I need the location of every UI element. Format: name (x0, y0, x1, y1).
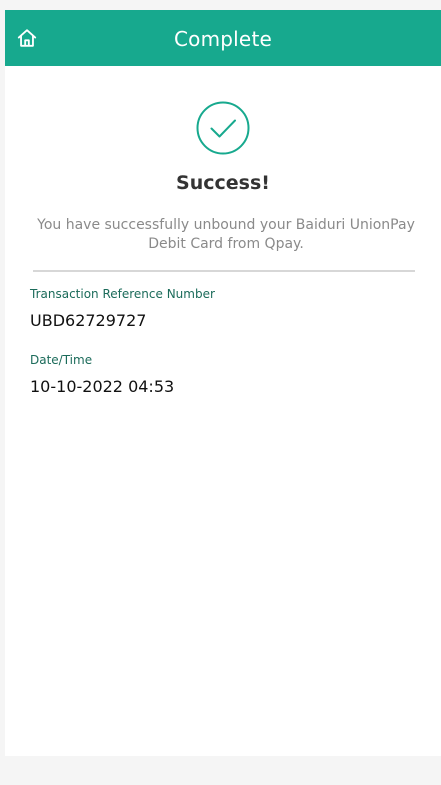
success-message: You have successfully unbound your Baidu… (37, 217, 415, 252)
header-bar: Complete (5, 10, 441, 66)
datetime-value: 10-10-2022 04:53 (30, 377, 175, 396)
divider (33, 270, 415, 272)
check-circle-icon (196, 101, 250, 155)
datetime-label: Date/Time (30, 353, 93, 367)
status-strip (0, 0, 441, 10)
success-title: Success! (176, 172, 270, 194)
reference-number-label: Transaction Reference Number (30, 287, 215, 301)
page-title: Complete (174, 27, 272, 51)
reference-number-value: UBD62729727 (30, 311, 147, 330)
result-panel: Success! You have successfully unbound y… (5, 66, 441, 756)
